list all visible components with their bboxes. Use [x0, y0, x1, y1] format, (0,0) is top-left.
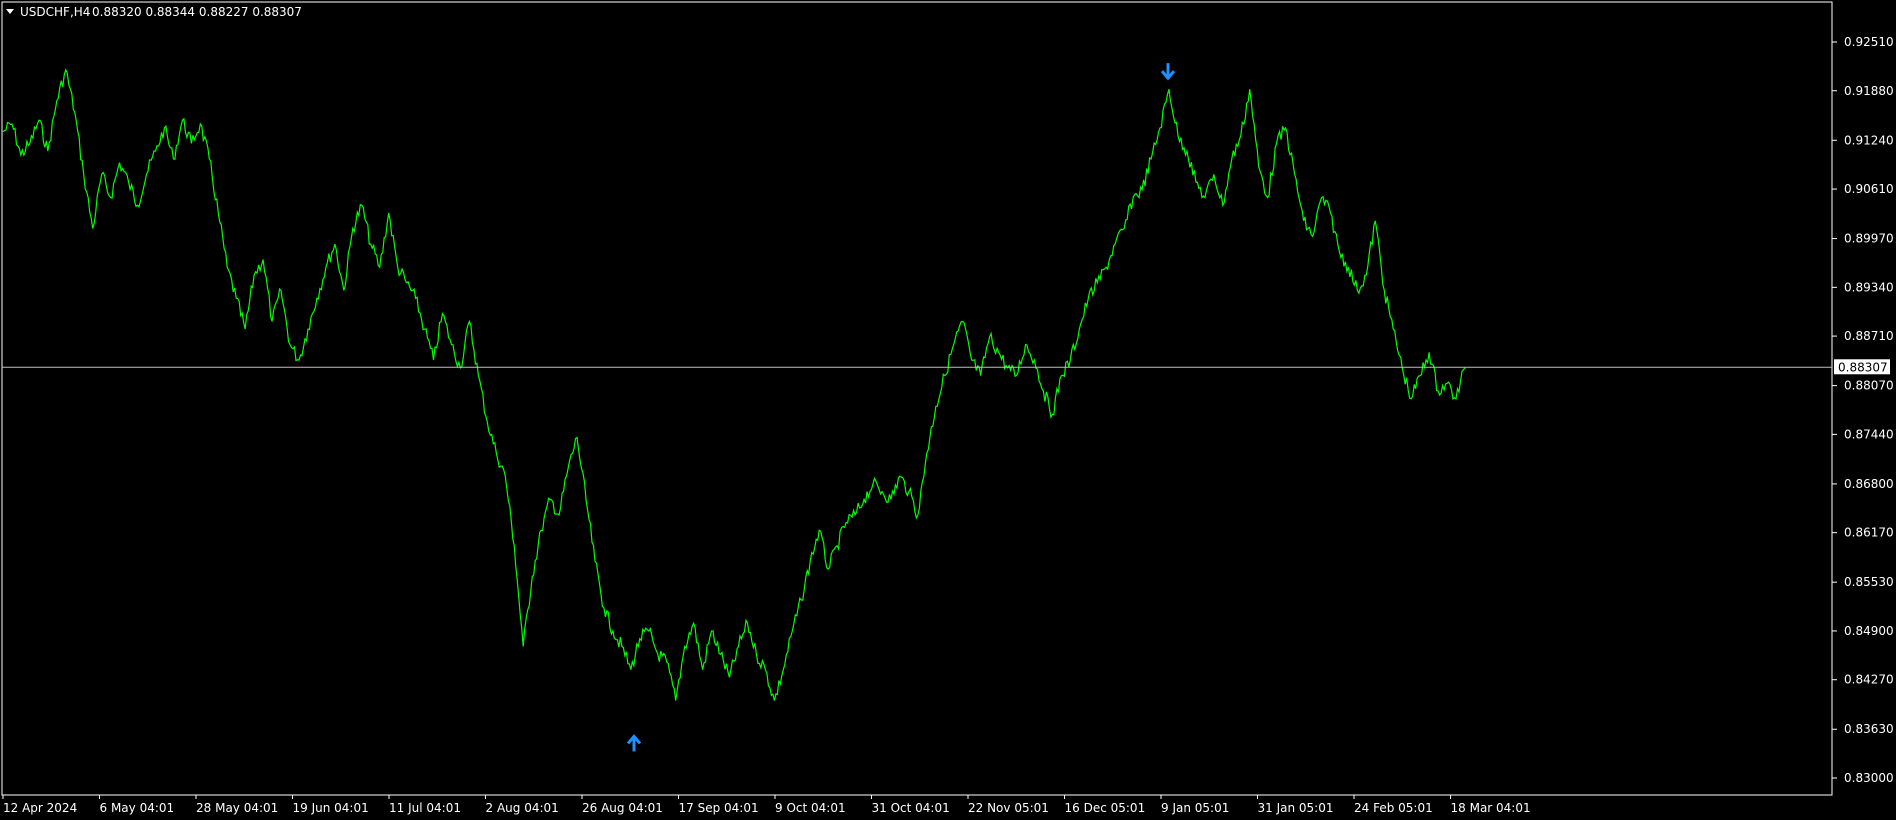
y-axis-tick-label: 0.88070: [1844, 379, 1894, 393]
y-axis-tick-label: 0.92510: [1844, 35, 1894, 49]
y-axis-tick-label: 0.87440: [1844, 427, 1894, 441]
triangle-down-icon[interactable]: [6, 9, 14, 14]
x-axis-tick-label: 9 Jan 05:01: [1161, 801, 1229, 815]
current-price-label: 0.88307: [1838, 360, 1888, 374]
x-axis-tick-label: 31 Jan 05:01: [1258, 801, 1334, 815]
plot-frame: [1, 1, 1833, 796]
x-axis-tick-label: 9 Oct 04:01: [775, 801, 846, 815]
x-axis-tick-label: 18 Mar 04:01: [1451, 801, 1531, 815]
arrow-up-icon: [626, 734, 642, 752]
y-axis-tick-label: 0.86800: [1844, 477, 1894, 491]
x-axis-tick-label: 6 May 04:01: [100, 801, 175, 815]
y-axis-tick-label: 0.89970: [1844, 232, 1894, 246]
x-axis-tick-label: 22 Nov 05:01: [968, 801, 1049, 815]
y-axis-tick-label: 0.84270: [1844, 673, 1894, 687]
y-axis: 0.92510 0.91880 0.91240 0.90610 0.89970 0.893…: [1832, 35, 1894, 785]
y-axis-tick-label: 0.89340: [1844, 280, 1894, 294]
x-axis: 12 Apr 2024 6 May 04:01 28 May 04:01 19 Jun…: [2, 795, 1531, 815]
price-series-line: [2, 68, 1466, 701]
y-axis-tick-label: 0.84900: [1844, 624, 1894, 638]
x-axis-tick-label: 12 Apr 2024: [3, 801, 77, 815]
x-axis-tick-label: 19 Jun 04:01: [293, 801, 369, 815]
arrow-down-icon: [1160, 63, 1176, 81]
y-axis-tick-label: 0.86170: [1844, 526, 1894, 540]
chart-symbol: USDCHF,H4: [20, 5, 90, 19]
x-axis-tick-label: 26 Aug 04:01: [582, 801, 663, 815]
x-axis-tick-label: 17 Sep 04:01: [679, 801, 759, 815]
y-axis-tick-label: 0.91880: [1844, 84, 1894, 98]
y-axis-tick-label: 0.91240: [1844, 133, 1894, 147]
y-axis-tick-label: 0.90610: [1844, 182, 1894, 196]
y-axis-tick-label: 0.83630: [1844, 722, 1894, 736]
x-axis-tick-label: 11 Jul 04:01: [389, 801, 461, 815]
x-axis-tick-label: 31 Oct 04:01: [872, 801, 950, 815]
y-axis-tick-label: 0.85530: [1844, 575, 1894, 589]
chart-window[interactable]: USDCHF,H4 0.88320 0.88344 0.88227 0.8830…: [0, 0, 1896, 820]
y-axis-tick-label: 0.88710: [1844, 329, 1894, 343]
x-axis-tick-label: 24 Feb 05:01: [1354, 801, 1433, 815]
x-axis-tick-label: 28 May 04:01: [196, 801, 278, 815]
x-axis-tick-label: 2 Aug 04:01: [486, 801, 559, 815]
price-chart[interactable]: USDCHF,H4 0.88320 0.88344 0.88227 0.8830…: [0, 0, 1896, 820]
y-axis-tick-label: 0.83000: [1844, 771, 1894, 785]
chart-ohlc: 0.88320 0.88344 0.88227 0.88307: [92, 5, 302, 19]
trade-markers: [626, 63, 1176, 752]
x-axis-tick-label: 16 Dec 05:01: [1065, 801, 1146, 815]
